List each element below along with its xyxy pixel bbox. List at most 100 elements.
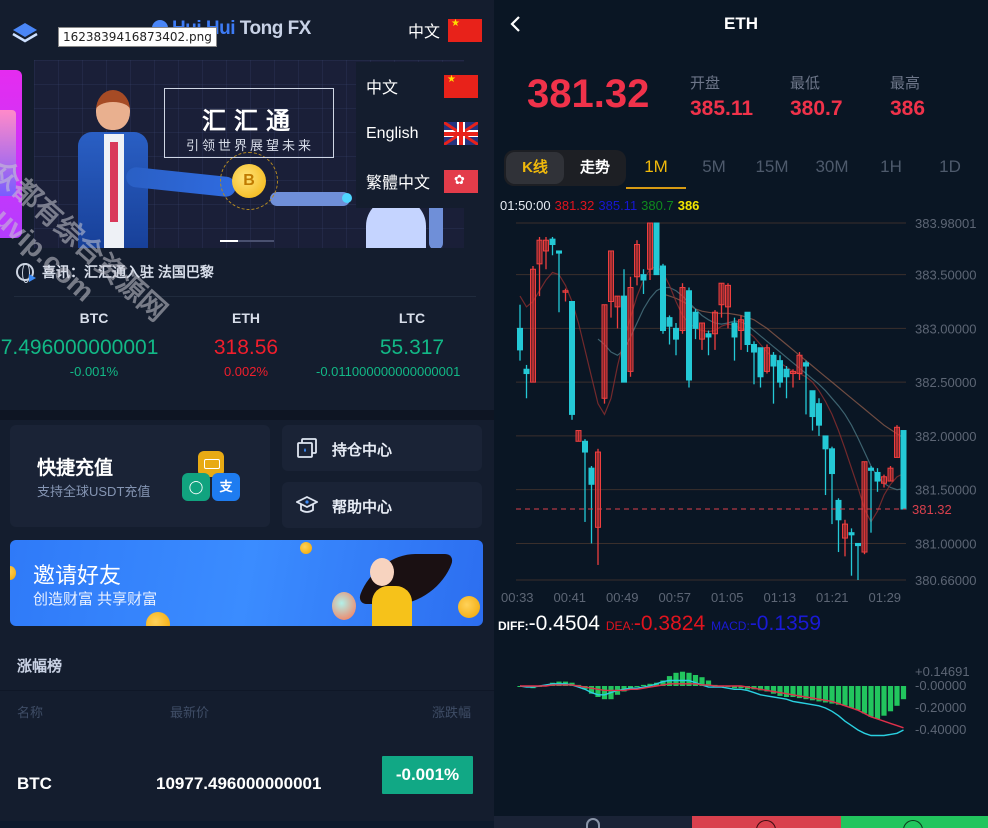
coin-icon	[10, 566, 16, 580]
candle-body	[900, 430, 907, 510]
help-center-button[interactable]: 帮助中心	[282, 482, 482, 528]
quick-recharge-card[interactable]: 快捷充值 支持全球USDT充值 ◯ 支	[10, 425, 270, 527]
stat-value: 385.11	[690, 97, 754, 120]
holdings-center-button[interactable]: 持仓中心	[282, 425, 482, 471]
banner-subtitle: 引领世界展望未来	[185, 138, 314, 153]
y-tick-label: 381.00000	[915, 536, 976, 551]
macd-bar	[848, 686, 855, 708]
x-tick-label: 00:41	[554, 590, 587, 605]
y-tick-label: 383.00000	[915, 321, 976, 336]
x-tick-label: 00:49	[606, 590, 639, 605]
candle-body	[595, 451, 601, 528]
ticker-ltc[interactable]: LTC 55.317 -0.011000000000000001	[312, 310, 494, 379]
dea-label: DEA:	[605, 619, 634, 633]
candle-body	[575, 430, 582, 442]
cn-flag-icon	[448, 18, 482, 42]
x-tick-label: 01:13	[764, 590, 797, 605]
holdings-folder-icon	[297, 438, 317, 458]
macd-y-tick: -0.00000	[915, 678, 966, 693]
divider	[0, 690, 494, 691]
macd-bar	[855, 686, 861, 711]
candle-body	[718, 282, 725, 306]
stat-open: 开盘 385.11	[690, 72, 753, 121]
news-ticker[interactable]: 喜讯：汇汇通入驻 法国巴黎	[16, 262, 214, 283]
invite-friends-banner[interactable]: 邀请好友 创造财富 共享财富	[10, 540, 483, 626]
app-logo-icon[interactable]	[12, 22, 38, 44]
timeframe-5m[interactable]: 5M	[685, 157, 743, 177]
language-option-label: English	[366, 124, 419, 142]
section-divider	[0, 410, 494, 420]
table-row[interactable]: BTC 10977.496000000001 -0.001%	[0, 748, 494, 820]
candle-body	[666, 317, 673, 327]
filename-tooltip: 1623839416873402.png	[58, 27, 217, 47]
dea-value: -0.3824	[633, 612, 706, 635]
carousel-indicator[interactable]	[220, 240, 274, 242]
tab-kline[interactable]: K线	[506, 152, 564, 184]
macd-bar	[900, 686, 907, 700]
candle-body	[861, 461, 868, 553]
invite-title: 邀请好友	[33, 563, 122, 588]
ranking-title: 涨幅榜	[17, 658, 63, 675]
timeframe-1m[interactable]: 1M	[627, 157, 685, 177]
candle-body	[803, 362, 809, 367]
last-price-label: 381.32	[912, 502, 952, 517]
divider	[14, 296, 476, 297]
language-selector[interactable]: 中文	[408, 18, 482, 42]
macd-bar	[861, 686, 868, 714]
candle-body	[874, 471, 881, 482]
timeframe-1d[interactable]: 1D	[921, 157, 979, 177]
stat-high: 最高 386	[890, 72, 925, 121]
girl-face	[370, 558, 394, 586]
candle-body	[829, 448, 835, 475]
stat-value: 380.7	[790, 97, 843, 120]
page-title: ETH	[724, 14, 758, 33]
macd-bar	[881, 686, 887, 716]
candle-body	[608, 250, 614, 302]
uk-flag-icon	[444, 122, 478, 145]
candle-body	[809, 390, 816, 418]
x-tick-label: 00:57	[659, 590, 692, 605]
robot-arm-illustration	[270, 192, 352, 206]
chart-mode-toggle: K线 走势	[504, 150, 626, 186]
language-option-english[interactable]: English	[366, 122, 478, 145]
candle-body	[783, 368, 790, 378]
macd-bar	[770, 686, 777, 694]
candle-body	[725, 284, 731, 308]
candle-body	[868, 467, 874, 471]
candle-body	[569, 300, 575, 415]
current-price: 381.32	[527, 72, 650, 116]
candle-body	[692, 311, 699, 329]
recharge-subtitle: 支持全球USDT充值	[37, 484, 151, 499]
buy-button[interactable]	[692, 816, 841, 828]
favorite-button[interactable]	[494, 816, 692, 828]
language-option-zh-tw[interactable]: 繁體中文	[366, 169, 478, 193]
timeframe-30m[interactable]: 30M	[803, 157, 861, 177]
sell-button[interactable]	[841, 816, 988, 828]
graduation-cap-icon	[296, 495, 318, 513]
timeframe-15m[interactable]: 15M	[743, 157, 801, 177]
candle-body	[517, 327, 523, 351]
candle-body	[530, 268, 536, 383]
recharge-title: 快捷充值	[37, 458, 114, 479]
candle-body	[621, 295, 627, 383]
candle-body	[679, 287, 686, 332]
language-option-zh-cn[interactable]: 中文	[366, 74, 478, 98]
stat-value: 386	[890, 97, 926, 120]
x-tick-label: 01:21	[816, 590, 849, 605]
macd-chart[interactable]: +0.14691-0.00000 -0.20000 -0.40000	[494, 650, 988, 770]
candlestick-chart[interactable]: 383.98001 383.50000 383.00000 382.50000 382.…	[494, 210, 988, 610]
candle-body	[887, 467, 894, 482]
tab-trend[interactable]: 走势	[566, 152, 624, 184]
previous-banner-peek[interactable]	[0, 70, 22, 238]
macd-bar	[777, 686, 783, 696]
gainers-ranking: 涨幅榜 名称 最新价 涨跌幅 BTC 10977.496000000001 -0…	[0, 638, 494, 828]
girl-body	[372, 586, 412, 626]
candle-body	[894, 426, 900, 458]
y-tick-label: 383.50000	[915, 268, 976, 283]
coin-icon	[458, 596, 480, 618]
help-label: 帮助中心	[332, 499, 393, 516]
x-tick-label: 01:05	[711, 590, 744, 605]
home-screen: 1623839416873402.png Hui Hui Tong FX 中文 …	[0, 0, 494, 828]
timeframe-1h[interactable]: 1H	[862, 157, 920, 177]
row-symbol: BTC	[17, 774, 52, 793]
